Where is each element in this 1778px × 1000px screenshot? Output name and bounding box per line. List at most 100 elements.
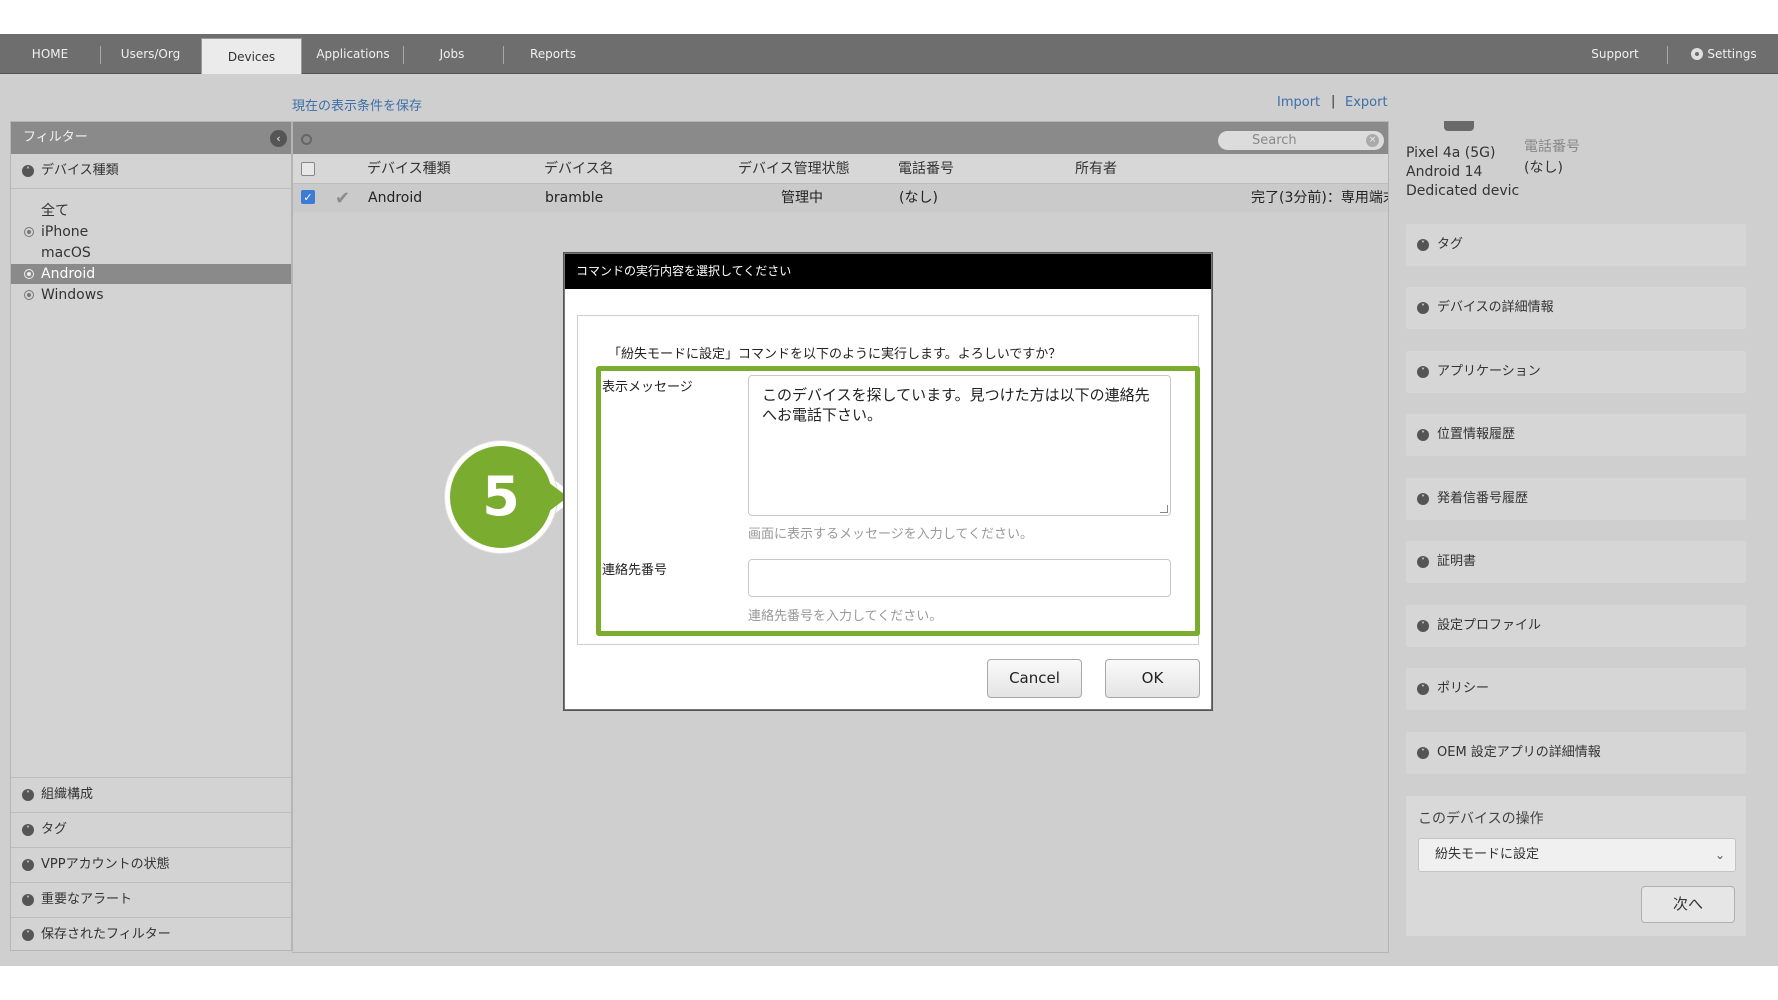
cancel-button[interactable]: Cancel — [987, 659, 1082, 698]
section-tag[interactable]: ˅ タグ — [1406, 224, 1746, 266]
chevron-down-icon: ˅ — [22, 929, 34, 941]
contact-hint: 連絡先番号を入力してください。 — [748, 609, 943, 624]
filter-section-saved[interactable]: ˅ 保存されたフィルター — [11, 917, 291, 951]
section-label: 設定プロファイル — [1437, 618, 1542, 633]
chevron-left-icon[interactable]: ‹ — [270, 130, 287, 147]
device-summary: Pixel 4a (5G) Android 14 Dedicated devic — [1406, 141, 1524, 201]
device-type-android[interactable]: Android — [11, 264, 291, 284]
cell-device-type: Android — [368, 190, 423, 206]
settings-label: Settings — [1707, 47, 1757, 61]
section-location-history[interactable]: ˅ 位置情報履歴 — [1406, 414, 1746, 456]
expand-icon — [24, 227, 34, 237]
nav-separator — [1667, 46, 1668, 64]
nav-settings[interactable]: Settings — [1675, 34, 1773, 74]
chevron-down-icon: ˅ — [22, 789, 34, 801]
lost-mode-dialog: コマンドの実行内容を選択してください 「紛失モードに設定」コマンドを以下のように… — [564, 253, 1212, 710]
device-type-label: Android — [41, 266, 96, 282]
ok-button[interactable]: OK — [1105, 659, 1200, 698]
section-label: タグ — [1437, 237, 1464, 252]
chevron-down-icon: ˅ — [1417, 747, 1429, 759]
chevron-down-icon: ˅ — [22, 824, 34, 836]
nav-jobs[interactable]: Jobs — [404, 34, 500, 74]
checkmark-icon: ✔ — [335, 188, 351, 209]
message-textarea[interactable]: このデバイスを探しています。見つけた方は以下の連絡先へお電話下さい。 — [748, 375, 1171, 516]
device-type-label: macOS — [41, 245, 91, 261]
section-label: 位置情報履歴 — [1437, 427, 1516, 442]
table-toolbar: Search × — [293, 122, 1388, 154]
next-button[interactable]: 次へ — [1641, 886, 1735, 923]
filter-section-label: タグ — [41, 822, 68, 837]
section-policy[interactable]: ˅ ポリシー — [1406, 668, 1746, 710]
nav-users-org[interactable]: Users/Org — [101, 34, 200, 74]
section-profiles[interactable]: ˅ 設定プロファイル — [1406, 605, 1746, 647]
device-type-all[interactable]: 全て — [11, 201, 291, 221]
search-icon — [301, 134, 312, 145]
table-header: デバイス種類 デバイス名 デバイス管理状態 電話番号 所有者 — [293, 154, 1388, 184]
column-header-owner[interactable]: 所有者 — [1075, 154, 1117, 184]
dialog-question: 「紛失モードに設定」コマンドを以下のように実行します。よろしいですか？ — [608, 347, 1062, 362]
nav-applications[interactable]: Applications — [303, 34, 403, 74]
step-callout: 5 — [445, 441, 577, 553]
save-view-link[interactable]: 現在の表示条件を保存 — [292, 95, 422, 114]
chevron-down-icon: ˅ — [1417, 302, 1429, 314]
import-link[interactable]: Import — [1277, 95, 1320, 110]
search-input[interactable]: Search — [1218, 131, 1384, 150]
select-all-checkbox[interactable] — [301, 162, 315, 176]
nav-support[interactable]: Support — [1570, 34, 1660, 74]
contact-number-input[interactable] — [748, 559, 1171, 597]
column-header-name[interactable]: デバイス名 — [544, 154, 614, 184]
table-row[interactable]: ✓ ✔ Android bramble 管理中 (なし) 完了(3分前)：専用端… — [293, 184, 1388, 212]
filter-section-label: 保存されたフィルター — [41, 927, 171, 942]
top-nav-bar: HOME Users/Org Devices Applications Jobs… — [0, 34, 1778, 75]
device-type-iphone[interactable]: iPhone — [11, 222, 291, 242]
device-type-macos[interactable]: macOS — [11, 243, 291, 263]
expand-icon — [24, 269, 34, 279]
resize-handle-icon[interactable] — [1160, 505, 1168, 513]
contact-label: 連絡先番号 — [602, 563, 668, 578]
cell-last-job: 完了(3分前)：専用端末 — [1251, 190, 1388, 206]
nav-home[interactable]: HOME — [0, 34, 100, 74]
filter-section-alerts[interactable]: ˅ 重要なアラート — [11, 882, 291, 916]
filter-section-tag[interactable]: ˅ タグ — [11, 812, 291, 846]
phone-number-value: (なし) — [1524, 160, 1563, 176]
filter-title: フィルター — [23, 130, 88, 145]
column-header-type[interactable]: デバイス種類 — [367, 154, 451, 184]
expand-icon — [24, 290, 34, 300]
section-oem-config[interactable]: ˅ OEM 設定アプリの詳細情報 — [1406, 732, 1746, 774]
chevron-down-icon: ˅ — [1417, 620, 1429, 632]
device-type-label: iPhone — [41, 224, 89, 240]
row-checkbox[interactable]: ✓ — [301, 190, 315, 204]
column-header-phone[interactable]: 電話番号 — [898, 154, 954, 184]
section-label: OEM 設定アプリの詳細情報 — [1437, 745, 1601, 760]
filter-section-org[interactable]: ˅ 組織構成 — [11, 777, 291, 811]
filter-section-device-type[interactable]: ˄ デバイス種類 — [11, 154, 291, 188]
filter-section-label: VPPアカウントの状態 — [41, 857, 170, 872]
operations-title: このデバイスの操作 — [1418, 811, 1544, 827]
divider — [11, 188, 291, 189]
section-call-history[interactable]: ˅ 発着信番号履歴 — [1406, 478, 1746, 520]
chevron-down-icon: ˅ — [1417, 429, 1429, 441]
step-number-badge: 5 — [445, 441, 557, 553]
device-detail-panel: Pixel 4a (5G) Android 14 Dedicated devic… — [1390, 121, 1778, 966]
filter-section-vpp[interactable]: ˅ VPPアカウントの状態 — [11, 847, 291, 881]
section-label: ポリシー — [1437, 681, 1490, 696]
clear-icon[interactable]: × — [1366, 134, 1379, 147]
section-label: デバイスの詳細情報 — [1437, 300, 1554, 315]
chevron-down-icon: ˅ — [1417, 683, 1429, 695]
chevron-down-icon: ˅ — [1417, 493, 1429, 505]
device-type-windows[interactable]: Windows — [11, 285, 291, 305]
section-applications[interactable]: ˅ アプリケーション — [1406, 351, 1746, 393]
message-label: 表示メッセージ — [602, 380, 693, 395]
cell-device-name: bramble — [545, 190, 604, 206]
export-link[interactable]: Export — [1345, 95, 1388, 110]
column-header-state[interactable]: デバイス管理状態 — [738, 154, 850, 184]
cell-device-state: 管理中 — [781, 190, 823, 206]
message-text: このデバイスを探しています。見つけた方は以下の連絡先へお電話下さい。 — [762, 386, 1150, 424]
nav-devices-tab[interactable]: Devices — [201, 38, 302, 75]
operation-select[interactable]: 紛失モードに設定 ⌄ — [1418, 838, 1736, 872]
section-device-details[interactable]: ˅ デバイスの詳細情報 — [1406, 287, 1746, 329]
device-image — [1444, 121, 1474, 131]
section-certificates[interactable]: ˅ 証明書 — [1406, 541, 1746, 583]
nav-reports[interactable]: Reports — [504, 34, 602, 74]
device-model: Pixel 4a (5G) — [1406, 145, 1496, 161]
